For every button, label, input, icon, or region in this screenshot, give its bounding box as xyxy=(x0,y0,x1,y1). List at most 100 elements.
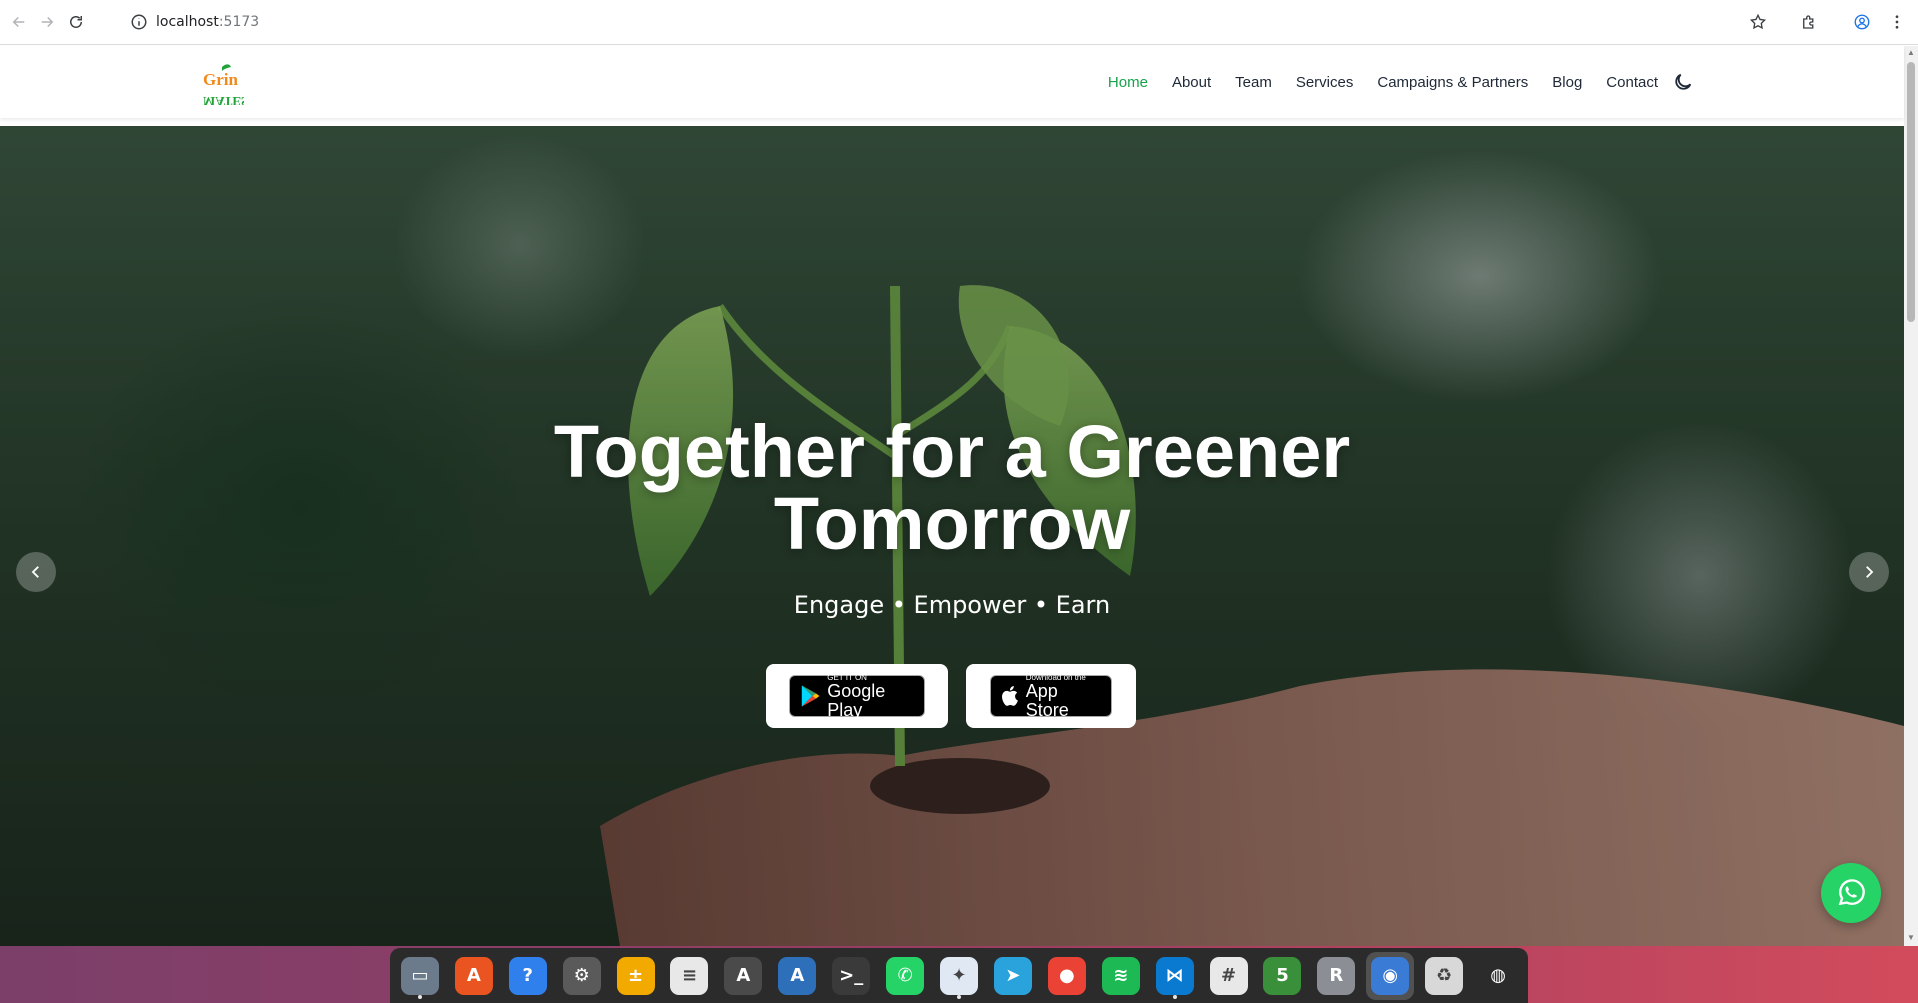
back-button[interactable] xyxy=(6,9,32,35)
arrow-left-icon xyxy=(12,16,25,28)
nav-team[interactable]: Team xyxy=(1235,74,1272,91)
spotify-icon: ≋ xyxy=(1101,956,1140,995)
site-header: Grin MATES Home About Team Services Camp… xyxy=(0,46,1904,118)
nav-about[interactable]: About xyxy=(1172,74,1211,91)
moon-icon xyxy=(1675,73,1692,90)
dock-app-telegram[interactable]: ➤ xyxy=(989,952,1037,1000)
dock-app-spotify[interactable]: ≋ xyxy=(1097,952,1145,1000)
metatrader-icon: 5 xyxy=(1263,956,1302,995)
hero-title: Together for a Greener Tomorrow xyxy=(553,410,1351,565)
dock-app-vscode[interactable]: ⋈ xyxy=(1151,952,1199,1000)
dock-app-trash[interactable]: ♻ xyxy=(1420,952,1468,1000)
software-updater-icon: A xyxy=(724,956,763,995)
browser-toolbar: localhost:5173 xyxy=(0,0,1918,45)
hero-content: Together for a Greener Tomorrow Engage •… xyxy=(0,126,1904,946)
dock-app-chrome[interactable]: ● xyxy=(1043,952,1091,1000)
dock-app-files[interactable]: ▭ xyxy=(396,952,444,1000)
profile-icon xyxy=(1854,14,1870,30)
nav-blog[interactable]: Blog xyxy=(1552,74,1582,91)
hero-carousel: Together for a Greener Tomorrow Engage •… xyxy=(0,126,1904,946)
app-installer-icon: A xyxy=(778,956,817,995)
dock-app-app-installer[interactable]: A xyxy=(773,952,821,1000)
terminal-icon: >_ xyxy=(832,956,871,995)
taskbar-dock: ▭ A? ⚙ ± ≡ A A >_ ✆ ✦ ➤ ● ≋ ⋈ #5 R ◉ ♻ ◍ xyxy=(390,948,1528,1003)
dock-app-metatrader[interactable]: 5 xyxy=(1259,952,1307,1000)
dock-app-r-lang[interactable]: R xyxy=(1312,952,1360,1000)
dock-app-document-viewer[interactable]: ≡ xyxy=(666,952,714,1000)
kebab-menu-icon xyxy=(1895,15,1899,29)
chrome-icon: ● xyxy=(1047,956,1086,995)
google-play-big-text: Google Play xyxy=(827,680,886,720)
reload-button[interactable] xyxy=(63,9,89,35)
app-store-big-text: App Store xyxy=(1025,680,1069,720)
grinmates-logo[interactable]: Grin MATES xyxy=(200,61,248,109)
hero-subtitle: Engage • Empower • Earn xyxy=(793,591,1111,619)
dock-app-ubuntu[interactable]: ◍ xyxy=(1474,952,1522,1000)
running-indicator xyxy=(1172,994,1177,999)
dock-app-inkscape-tool[interactable]: ✦ xyxy=(935,952,983,1000)
info-icon[interactable] xyxy=(130,13,148,31)
page-scrollbar[interactable]: ▲ ▼ xyxy=(1904,46,1918,946)
forward-button[interactable] xyxy=(34,9,60,35)
dock-app-terminal[interactable]: >_ xyxy=(827,952,875,1000)
calculator-icon: ± xyxy=(616,956,655,995)
dock-app-calculator[interactable]: ± xyxy=(612,952,660,1000)
chromium-icon: ◉ xyxy=(1371,956,1410,995)
files-icon: ▭ xyxy=(400,956,439,995)
google-play-icon xyxy=(801,685,820,707)
url-host: localhost xyxy=(156,14,219,30)
theme-toggle-button[interactable] xyxy=(1672,71,1694,93)
scroll-up-arrow-icon[interactable]: ▲ xyxy=(1907,49,1915,57)
extensions-button[interactable] xyxy=(1796,9,1822,35)
app-store-badge: Download on the App Store xyxy=(990,673,1112,720)
nav-home[interactable]: Home xyxy=(1108,74,1148,91)
slack-icon: # xyxy=(1209,956,1248,995)
browser-menu-button[interactable] xyxy=(1884,9,1910,35)
chevron-left-icon xyxy=(31,566,39,578)
google-play-button[interactable]: GET IT ON Google Play xyxy=(766,664,948,728)
telegram-icon: ➤ xyxy=(993,956,1032,995)
dock-app-slack[interactable]: # xyxy=(1205,952,1253,1000)
document-viewer-icon: ≡ xyxy=(670,956,709,995)
inkscape-tool-icon: ✦ xyxy=(940,956,979,995)
main-nav: Home About Team Services Campaigns & Par… xyxy=(1108,46,1658,118)
dock-app-chromium[interactable]: ◉ xyxy=(1366,951,1415,1000)
whatsapp-icon xyxy=(1838,879,1865,906)
google-play-badge: GET IT ON Google Play xyxy=(789,673,925,720)
vscode-icon: ⋈ xyxy=(1155,956,1194,995)
nav-services[interactable]: Services xyxy=(1296,74,1354,91)
carousel-next-button[interactable] xyxy=(1849,552,1889,592)
carousel-prev-button[interactable] xyxy=(16,552,56,592)
dock-app-whatsapp[interactable]: ✆ xyxy=(881,952,929,1000)
scrollbar-thumb[interactable] xyxy=(1907,62,1915,322)
trash-icon: ♻ xyxy=(1425,956,1464,995)
address-bar[interactable]: localhost:5173 xyxy=(120,6,1760,38)
scroll-down-arrow-icon[interactable]: ▼ xyxy=(1907,934,1915,942)
ubuntu-icon: ◍ xyxy=(1479,956,1518,995)
dock-app-help[interactable]: ? xyxy=(504,952,552,1000)
whatsapp-chat-button[interactable] xyxy=(1821,863,1881,923)
settings-icon: ⚙ xyxy=(562,956,601,995)
running-indicator xyxy=(957,994,962,999)
dock-app-software-updater[interactable]: A xyxy=(719,952,767,1000)
running-indicator xyxy=(418,994,422,999)
dock-app-app-center[interactable]: A xyxy=(450,952,498,1000)
app-center-icon: A xyxy=(454,956,493,995)
url-port: :5173 xyxy=(218,14,260,30)
nav-campaigns-partners[interactable]: Campaigns & Partners xyxy=(1377,74,1528,91)
profile-button[interactable] xyxy=(1849,9,1875,35)
logo-bottom-text: MATES xyxy=(203,94,244,105)
dock-app-settings[interactable]: ⚙ xyxy=(558,952,606,1000)
whatsapp-icon: ✆ xyxy=(886,956,925,995)
star-icon xyxy=(1749,13,1767,30)
apple-icon xyxy=(1002,686,1018,706)
logo-top-text: Grin xyxy=(203,70,238,89)
app-store-button[interactable]: Download on the App Store xyxy=(966,664,1136,728)
bookmark-button[interactable] xyxy=(1745,9,1771,35)
reload-icon xyxy=(70,16,82,28)
nav-contact[interactable]: Contact xyxy=(1606,74,1658,91)
chevron-right-icon xyxy=(1866,566,1874,578)
arrow-right-icon xyxy=(41,16,54,28)
r-lang-icon: R xyxy=(1317,956,1356,995)
help-icon: ? xyxy=(508,956,547,995)
